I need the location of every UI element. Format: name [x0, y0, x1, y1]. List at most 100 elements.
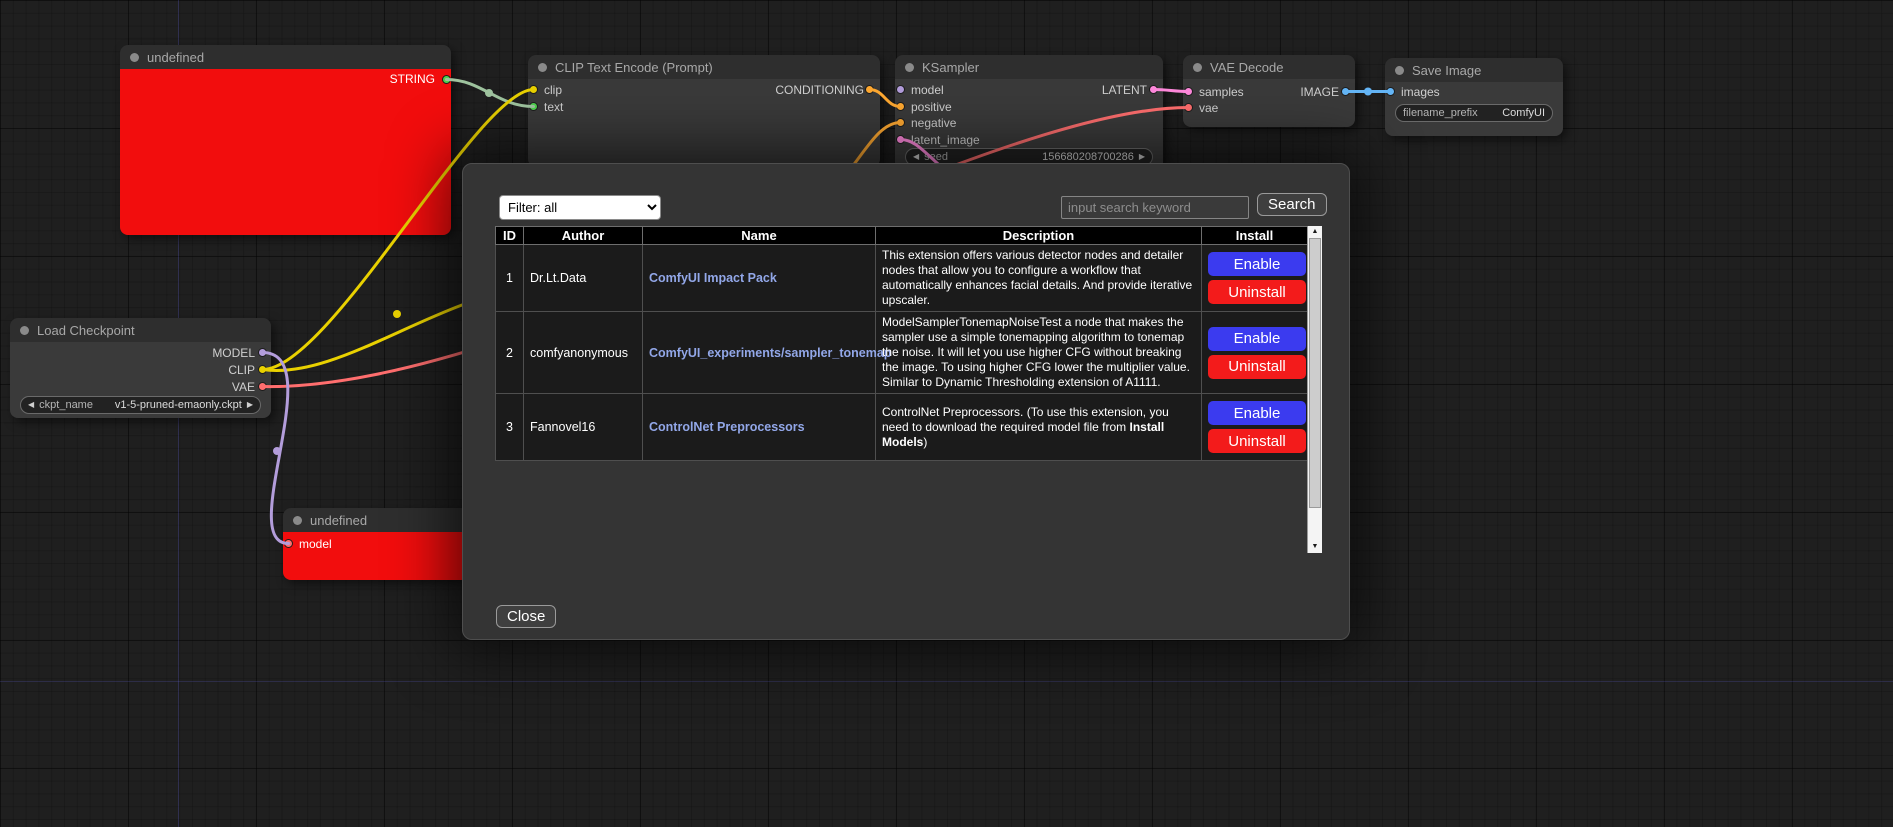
close-button[interactable]: Close: [496, 605, 556, 628]
uninstall-button[interactable]: Uninstall: [1208, 355, 1306, 379]
node-undefined-model[interactable]: undefined model: [283, 508, 469, 580]
ext-id: 3: [496, 394, 524, 461]
input-pin-samples[interactable]: [1184, 87, 1193, 96]
search-button[interactable]: Search: [1257, 193, 1327, 216]
input-pin-model[interactable]: [284, 539, 293, 548]
uninstall-button[interactable]: Uninstall: [1208, 280, 1306, 304]
node-vae-decode[interactable]: VAE Decode samples vae IMAGE: [1183, 55, 1355, 127]
widget-label: ckpt_name: [39, 399, 93, 411]
input-slot-latent-image: latent_image: [911, 133, 980, 147]
node-title: Load Checkpoint: [37, 323, 135, 338]
node-body-error: [120, 69, 451, 235]
input-slot-text: text: [544, 100, 563, 114]
collapse-dot-icon[interactable]: [20, 326, 29, 335]
output-slot-conditioning: CONDITIONING: [775, 83, 864, 97]
node-title-bar[interactable]: Save Image: [1385, 58, 1563, 82]
ext-author: comfyanonymous: [524, 312, 643, 394]
header-install: Install: [1202, 227, 1308, 245]
input-slot-vae: vae: [1199, 101, 1218, 115]
wire-dot-model: [273, 447, 281, 455]
node-title: CLIP Text Encode (Prompt): [555, 60, 713, 75]
search-input[interactable]: [1061, 196, 1249, 219]
widget-value: 156680208700286: [1042, 151, 1134, 163]
input-pin-negative[interactable]: [896, 118, 905, 127]
input-pin-text[interactable]: [529, 102, 538, 111]
output-pin-vae[interactable]: [258, 382, 267, 391]
wire-dot-string: [485, 89, 493, 97]
node-undefined-string[interactable]: undefined STRING: [120, 45, 451, 235]
ext-name-link[interactable]: ControlNet Preprocessors: [649, 420, 805, 434]
collapse-dot-icon[interactable]: [130, 53, 139, 62]
node-title-bar[interactable]: KSampler: [895, 55, 1163, 79]
filter-select[interactable]: Filter: all: [499, 195, 661, 220]
input-pin-latent-image[interactable]: [896, 135, 905, 144]
node-title: KSampler: [922, 60, 979, 75]
ext-install-cell: Enable Uninstall: [1202, 394, 1308, 461]
wire-dot-clip: [393, 310, 401, 318]
table-scrollbar[interactable]: ▲ ▼: [1307, 226, 1322, 553]
table-row: 1 Dr.Lt.Data ComfyUI Impact Pack This ex…: [496, 245, 1308, 312]
next-option-icon[interactable]: ▶: [247, 396, 253, 414]
scroll-down-icon[interactable]: ▼: [1308, 542, 1322, 552]
output-slot-image: IMAGE: [1300, 85, 1339, 99]
widget-label: filename_prefix: [1403, 107, 1478, 119]
output-slot-model: MODEL: [212, 346, 255, 360]
scroll-up-icon[interactable]: ▲: [1308, 227, 1322, 237]
widget-label: seed: [924, 151, 948, 163]
wire-dot-image: [1364, 88, 1372, 96]
input-pin-clip[interactable]: [529, 85, 538, 94]
collapse-dot-icon[interactable]: [1395, 66, 1404, 75]
output-pin-image[interactable]: [1341, 87, 1350, 96]
input-slot-negative: negative: [911, 116, 956, 130]
enable-button[interactable]: Enable: [1208, 327, 1306, 351]
node-title-bar[interactable]: Load Checkpoint: [10, 318, 271, 342]
table-row: 3 Fannovel16 ControlNet Preprocessors Co…: [496, 394, 1308, 461]
node-load-checkpoint[interactable]: Load Checkpoint MODEL CLIP VAE ◀ ckpt_na…: [10, 318, 271, 418]
node-title-bar[interactable]: VAE Decode: [1183, 55, 1355, 79]
node-clip-text-encode[interactable]: CLIP Text Encode (Prompt) clip text COND…: [528, 55, 880, 167]
output-slot-vae: VAE: [232, 380, 255, 394]
input-pin-images[interactable]: [1386, 87, 1395, 96]
output-slot-latent: LATENT: [1102, 83, 1147, 97]
output-pin-model[interactable]: [258, 348, 267, 357]
ext-name-link[interactable]: ComfyUI Impact Pack: [649, 271, 777, 285]
node-title: undefined: [310, 513, 367, 528]
node-title: Save Image: [1412, 63, 1481, 78]
output-slot-clip: CLIP: [228, 363, 255, 377]
output-pin-string[interactable]: [442, 75, 451, 84]
prev-option-icon[interactable]: ◀: [28, 396, 34, 414]
node-canvas[interactable]: undefined STRING CLIP Text Encode (Promp…: [0, 0, 1893, 827]
node-save-image[interactable]: Save Image images filename_prefix ComfyU…: [1385, 58, 1563, 136]
filename-prefix-widget[interactable]: filename_prefix ComfyUI: [1395, 104, 1553, 122]
output-pin-clip[interactable]: [258, 365, 267, 374]
node-ksampler[interactable]: KSampler model positive negative latent_…: [895, 55, 1163, 175]
input-slot-clip: clip: [544, 83, 562, 97]
collapse-dot-icon[interactable]: [1193, 63, 1202, 72]
output-pin-conditioning[interactable]: [865, 85, 874, 94]
collapse-dot-icon[interactable]: [293, 516, 302, 525]
ext-id: 1: [496, 245, 524, 312]
collapse-dot-icon[interactable]: [905, 63, 914, 72]
input-slot-model: model: [911, 83, 944, 97]
description-text: ControlNet Preprocessors. (To use this e…: [882, 405, 1169, 434]
collapse-dot-icon[interactable]: [538, 63, 547, 72]
node-title-bar[interactable]: CLIP Text Encode (Prompt): [528, 55, 880, 79]
node-title-bar[interactable]: undefined: [120, 45, 451, 69]
widget-value: v1-5-pruned-emaonly.ckpt: [115, 399, 242, 411]
table-header-row: ID Author Name Description Install: [496, 227, 1308, 245]
input-pin-positive[interactable]: [896, 102, 905, 111]
ext-id: 2: [496, 312, 524, 394]
input-pin-model[interactable]: [896, 85, 905, 94]
ext-name-link[interactable]: ComfyUI_experiments/sampler_tonemap: [649, 346, 891, 360]
scrollbar-thumb[interactable]: [1309, 238, 1321, 508]
input-pin-vae[interactable]: [1184, 103, 1193, 112]
uninstall-button[interactable]: Uninstall: [1208, 429, 1306, 453]
ckpt-name-widget[interactable]: ◀ ckpt_name v1-5-pruned-emaonly.ckpt ▶: [20, 396, 261, 414]
wire-string-to-text: [447, 80, 534, 107]
node-title: undefined: [147, 50, 204, 65]
output-pin-latent[interactable]: [1149, 85, 1158, 94]
grid-axis-horizontal: [0, 681, 1893, 682]
enable-button[interactable]: Enable: [1208, 252, 1306, 276]
node-title-bar[interactable]: undefined: [283, 508, 469, 532]
enable-button[interactable]: Enable: [1208, 401, 1306, 425]
